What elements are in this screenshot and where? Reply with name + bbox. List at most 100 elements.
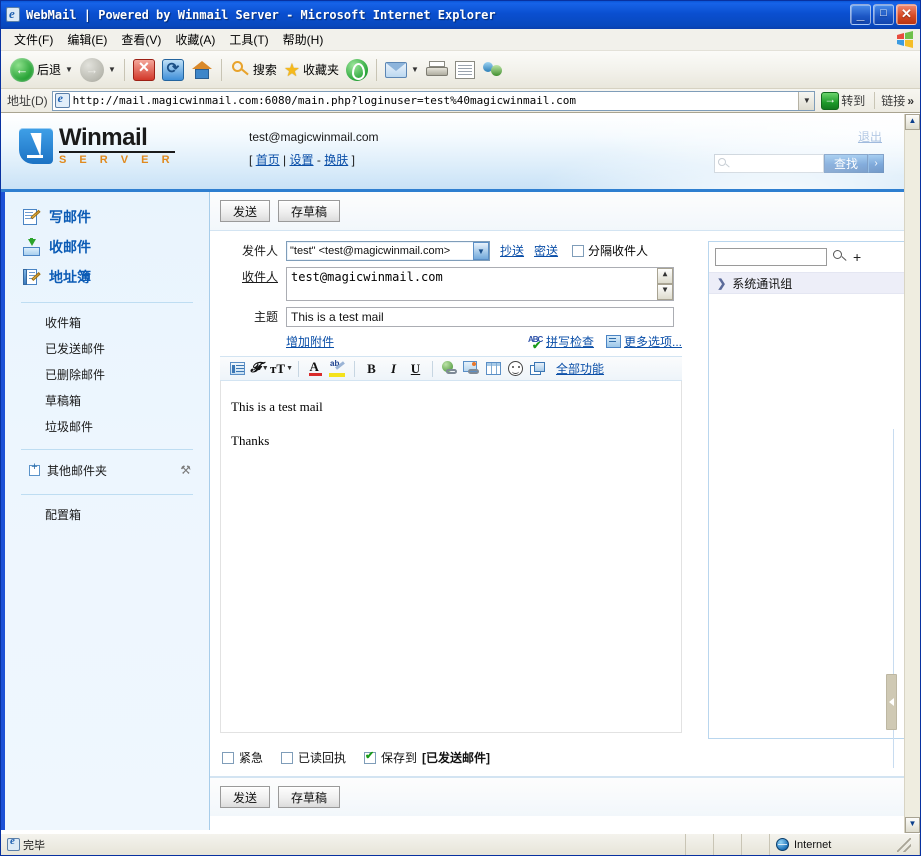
option-urgent[interactable]: 紧急 (222, 749, 263, 766)
address-book-group[interactable]: ❯ 系统通讯组 (709, 272, 904, 294)
go-button[interactable]: 转到 (819, 92, 870, 110)
window-icon[interactable] (528, 359, 547, 378)
font-size-icon[interactable]: ᴛT▼ (272, 359, 291, 378)
underline-icon[interactable]: U (406, 359, 425, 378)
read-receipt-checkbox[interactable] (281, 752, 293, 764)
sidebar-folder-sent[interactable]: 已发送邮件 (45, 335, 209, 361)
history-button[interactable] (343, 55, 371, 85)
sidebar-item-addressbook[interactable]: 地址簿 (23, 262, 209, 292)
favorites-button[interactable]: ★ 收藏夹 (281, 55, 342, 85)
font-color-icon[interactable]: A (306, 359, 325, 378)
print-button[interactable] (423, 55, 451, 85)
sidebar-folder-drafts[interactable]: 草稿箱 (45, 387, 209, 413)
mail-button[interactable]: ▼ (382, 55, 422, 85)
link-skin[interactable]: 换肤 (324, 153, 348, 167)
scroll-down-button[interactable]: ▼ (905, 817, 920, 833)
home-button[interactable] (188, 55, 216, 85)
expand-plus-icon[interactable] (29, 465, 40, 476)
scroll-up-icon[interactable]: ▲ (657, 268, 673, 284)
from-select[interactable]: "test" <test@magicwinmail.com> ▼ (286, 241, 490, 261)
chevron-down-icon-mail[interactable]: ▼ (411, 65, 419, 74)
address-book-search-input[interactable] (715, 248, 827, 266)
messenger-button[interactable] (479, 55, 507, 85)
sidebar-item-other-folders[interactable]: 其他邮件夹 ⚒ (5, 456, 209, 484)
scroll-down-icon[interactable]: ▼ (657, 284, 673, 300)
sidebar-folder-deleted[interactable]: 已删除邮件 (45, 361, 209, 387)
maximize-button[interactable]: □ (873, 4, 894, 25)
menu-item-favorites[interactable]: 收藏(A) (168, 29, 222, 50)
close-button[interactable]: ✕ (896, 4, 917, 25)
address-dropdown-icon[interactable]: ▼ (798, 92, 814, 110)
address-input[interactable]: http://mail.magicwinmail.com:6080/main.p… (52, 91, 816, 111)
chevron-down-icon[interactable]: ▼ (65, 65, 73, 74)
to-input[interactable]: test@magicwinmail.com ▲ ▼ (286, 267, 674, 301)
paragraph-icon[interactable] (228, 359, 247, 378)
scrollbar-track[interactable] (905, 130, 920, 817)
chevron-right-icon[interactable]: » (907, 94, 914, 108)
sidebar-folder-inbox[interactable]: 收件箱 (45, 309, 209, 335)
scroll-up-button[interactable]: ▲ (905, 114, 920, 130)
font-family-icon[interactable]: 𝓕▼ (250, 359, 269, 378)
forward-button[interactable]: → ▼ (77, 55, 119, 85)
menu-item-tools[interactable]: 工具(T) (222, 29, 275, 50)
to-scrollbar[interactable]: ▲ ▼ (657, 268, 673, 300)
send-button-bottom[interactable]: 发送 (220, 786, 270, 808)
stop-button[interactable] (130, 55, 158, 85)
spellcheck-link[interactable]: 拼写检查 (546, 333, 594, 350)
save-to-sent-checkbox[interactable] (364, 752, 376, 764)
sidebar-item-receive[interactable]: 收邮件 (23, 232, 209, 262)
link-icon[interactable] (440, 359, 459, 378)
bold-icon[interactable]: B (362, 359, 381, 378)
header-search-arrow-icon[interactable]: › (868, 154, 884, 173)
chevron-down-icon[interactable]: ▼ (473, 242, 489, 260)
menu-item-file[interactable]: 文件(F) (7, 29, 60, 50)
search-button[interactable]: 搜索 (227, 55, 280, 85)
edit-button[interactable] (452, 55, 478, 85)
image-icon[interactable] (462, 359, 481, 378)
editor-body[interactable]: This is a test mail Thanks (220, 381, 682, 733)
header-search-button[interactable]: 查找 (824, 154, 868, 173)
spellcheck-button[interactable]: ABC✔ 拼写检查 (528, 333, 594, 350)
more-options-button[interactable]: 更多选项... (606, 333, 682, 350)
send-button-top[interactable]: 发送 (220, 200, 270, 222)
resize-grip[interactable] (897, 838, 911, 852)
logout-link[interactable]: 退出 (858, 130, 882, 144)
menu-item-view[interactable]: 查看(V) (114, 29, 168, 50)
separate-recipients-checkbox[interactable] (572, 245, 584, 257)
header-search-box[interactable] (714, 154, 824, 173)
save-draft-button-top[interactable]: 存草稿 (278, 200, 340, 222)
refresh-button[interactable] (159, 55, 187, 85)
sidebar-item-config[interactable]: 配置箱 (45, 501, 209, 527)
all-features-link[interactable]: 全部功能 (556, 360, 604, 377)
option-read-receipt[interactable]: 已读回执 (281, 749, 346, 766)
links-button[interactable]: 链接 » (874, 92, 918, 109)
chevron-down-icon-forward[interactable]: ▼ (108, 65, 116, 74)
search-icon[interactable] (833, 250, 847, 264)
add-contact-icon[interactable]: + (853, 250, 861, 264)
cc-link[interactable]: 抄送 (500, 241, 524, 261)
bcc-link[interactable]: 密送 (534, 241, 558, 261)
page-scrollbar[interactable]: ▲ ▼ (904, 114, 920, 833)
add-attachment-link[interactable]: 增加附件 (286, 333, 334, 350)
menu-item-help[interactable]: 帮助(H) (276, 29, 331, 50)
link-settings[interactable]: 设置 (290, 153, 314, 167)
highlight-icon[interactable]: ab (328, 359, 347, 378)
smiley-icon[interactable] (506, 359, 525, 378)
more-options-link[interactable]: 更多选项... (624, 333, 682, 350)
minimize-button[interactable]: _ (850, 4, 871, 25)
back-button[interactable]: ← 后退 ▼ (7, 55, 76, 85)
save-draft-button-bottom[interactable]: 存草稿 (278, 786, 340, 808)
link-home[interactable]: 首页 (256, 153, 280, 167)
header-search-input[interactable] (730, 157, 820, 171)
menu-item-edit[interactable]: 编辑(E) (60, 29, 114, 50)
wrench-icon[interactable]: ⚒ (180, 463, 191, 477)
to-label[interactable]: 收件人 (220, 267, 286, 287)
urgent-checkbox[interactable] (222, 752, 234, 764)
italic-icon[interactable]: I (384, 359, 403, 378)
subject-input[interactable]: This is a test mail (286, 307, 674, 327)
sidebar-item-compose[interactable]: 写邮件 (23, 202, 209, 232)
sidebar-folder-junk[interactable]: 垃圾邮件 (45, 413, 209, 439)
panel-splitter-handle[interactable] (886, 674, 897, 730)
table-icon[interactable] (484, 359, 503, 378)
option-save-to-sent[interactable]: 保存到[已发送邮件] (364, 749, 490, 766)
